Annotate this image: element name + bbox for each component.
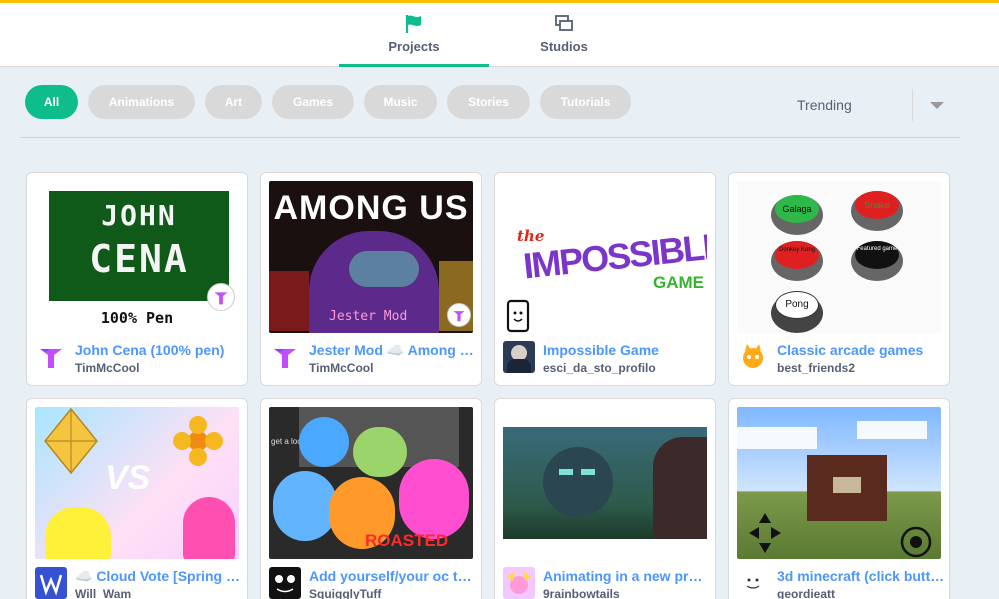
sort-selected-value: Trending <box>797 97 852 113</box>
project-title-link[interactable]: 3d minecraft (click buttons) <box>777 568 945 584</box>
project-thumbnail[interactable]: Galaga Snake Donkey Kong Featured game P… <box>737 181 941 333</box>
thumbnail-text: GAME <box>653 273 704 292</box>
thumbnail-text: CENA <box>89 237 189 281</box>
creator-badge-icon <box>447 303 471 327</box>
thumbnail-text: AMONG US <box>273 189 469 227</box>
filter-stories[interactable]: Stories <box>447 85 530 119</box>
flower-icon <box>173 416 223 466</box>
dpad-icon <box>749 513 781 553</box>
project-author-link[interactable]: 9rainbowtails <box>543 587 711 599</box>
project-card[interactable]: Galaga Snake Donkey Kong Featured game P… <box>728 172 950 386</box>
project-card[interactable]: the IMPOSSIBLE GAME Impossible Game esci… <box>494 172 716 386</box>
project-title-link[interactable]: Classic arcade games <box>777 342 945 358</box>
tab-studios[interactable]: Studios <box>489 3 639 67</box>
section-divider <box>20 137 960 138</box>
thumbnail-text: the <box>517 227 545 245</box>
project-thumbnail[interactable]: VS <box>35 407 239 559</box>
filter-music[interactable]: Music <box>364 85 437 119</box>
tab-projects-label: Projects <box>388 39 440 54</box>
avatar[interactable] <box>35 341 67 373</box>
avatar[interactable] <box>269 567 301 599</box>
project-title-link[interactable]: Animating in a new program <box>543 568 711 584</box>
thumbnail-text: Donkey Kong <box>775 241 819 269</box>
project-title-link[interactable]: John Cena (100% pen) <box>75 342 243 358</box>
filter-art[interactable]: Art <box>205 85 262 119</box>
sort-divider <box>912 89 913 121</box>
thumbnail-text: Jester Mod <box>329 309 408 324</box>
sort-dropdown[interactable]: Trending <box>775 86 960 124</box>
avatar[interactable] <box>737 341 769 373</box>
project-card[interactable]: get a look at this guy ROASTED Add yours… <box>260 398 482 599</box>
filter-animations[interactable]: Animations <box>88 85 195 119</box>
project-card[interactable]: JOHN CENA 100% Pen John Cena (100% pen) … <box>26 172 248 386</box>
flag-icon <box>405 15 421 33</box>
filter-tutorials[interactable]: Tutorials <box>540 85 631 119</box>
project-title-link[interactable]: ☁️ Cloud Vote [Spring Edition] <box>75 568 243 585</box>
thumbnail-text: VS <box>105 459 151 497</box>
thumbnail-text: Galaga <box>775 195 819 223</box>
thumbnail-text: ROASTED <box>365 531 449 550</box>
avatar[interactable] <box>503 341 535 373</box>
project-thumbnail[interactable]: the IMPOSSIBLE GAME <box>503 181 707 333</box>
project-author-link[interactable]: esci_da_sto_profilo <box>543 361 711 375</box>
filter-all[interactable]: All <box>25 85 78 119</box>
jump-button-icon <box>900 526 932 558</box>
project-card[interactable]: Animating in a new program 9rainbowtails <box>494 398 716 599</box>
thumbnail-text: 100% Pen <box>100 309 174 327</box>
thumbnail-text: JOHN <box>101 199 177 232</box>
phone-icon <box>506 299 530 333</box>
project-thumbnail[interactable]: get a look at this guy ROASTED <box>269 407 473 559</box>
tab-studios-label: Studios <box>540 39 588 54</box>
tab-active-indicator <box>339 64 489 67</box>
chevron-down-icon <box>930 102 944 109</box>
project-thumbnail[interactable] <box>737 407 941 559</box>
project-author-link[interactable]: Will_Wam <box>75 587 243 599</box>
project-card[interactable]: AMONG US Jester Mod Jester Mod ☁️ Among … <box>260 172 482 386</box>
avatar[interactable] <box>35 567 67 599</box>
kite-icon <box>44 407 98 475</box>
tab-bar: Projects Studios <box>0 3 999 67</box>
avatar[interactable] <box>737 567 769 599</box>
project-title-link[interactable]: Impossible Game <box>543 342 711 358</box>
project-author-link[interactable]: best_friends2 <box>777 361 945 375</box>
thumbnail-text: Snake <box>855 191 899 219</box>
project-card[interactable]: 3d minecraft (click buttons) geordieatt <box>728 398 950 599</box>
project-author-link[interactable]: SquigglyTuff <box>309 587 477 599</box>
project-card[interactable]: VS ☁️ Cloud Vote [Spring Edition] Will_W… <box>26 398 248 599</box>
project-title-link[interactable]: Add yourself/your oc to the roast <box>309 568 477 584</box>
studio-icon <box>555 15 573 31</box>
tab-projects[interactable]: Projects <box>339 3 489 67</box>
thumbnail-text: Featured game <box>855 241 899 269</box>
filter-games[interactable]: Games <box>272 85 354 119</box>
project-author-link[interactable]: geordieatt <box>777 587 945 599</box>
project-thumbnail[interactable]: JOHN CENA 100% Pen <box>35 181 239 333</box>
creator-badge-icon <box>207 283 235 311</box>
avatar[interactable] <box>269 341 301 373</box>
project-thumbnail[interactable]: AMONG US Jester Mod <box>269 181 473 333</box>
thumbnail-text: Pong <box>775 291 819 319</box>
project-author-link[interactable]: TimMcCool <box>75 361 243 375</box>
project-thumbnail[interactable] <box>503 407 707 559</box>
avatar[interactable] <box>503 567 535 599</box>
project-author-link[interactable]: TimMcCool <box>309 361 477 375</box>
project-title-link[interactable]: Jester Mod ☁️ Among Us <box>309 342 477 359</box>
